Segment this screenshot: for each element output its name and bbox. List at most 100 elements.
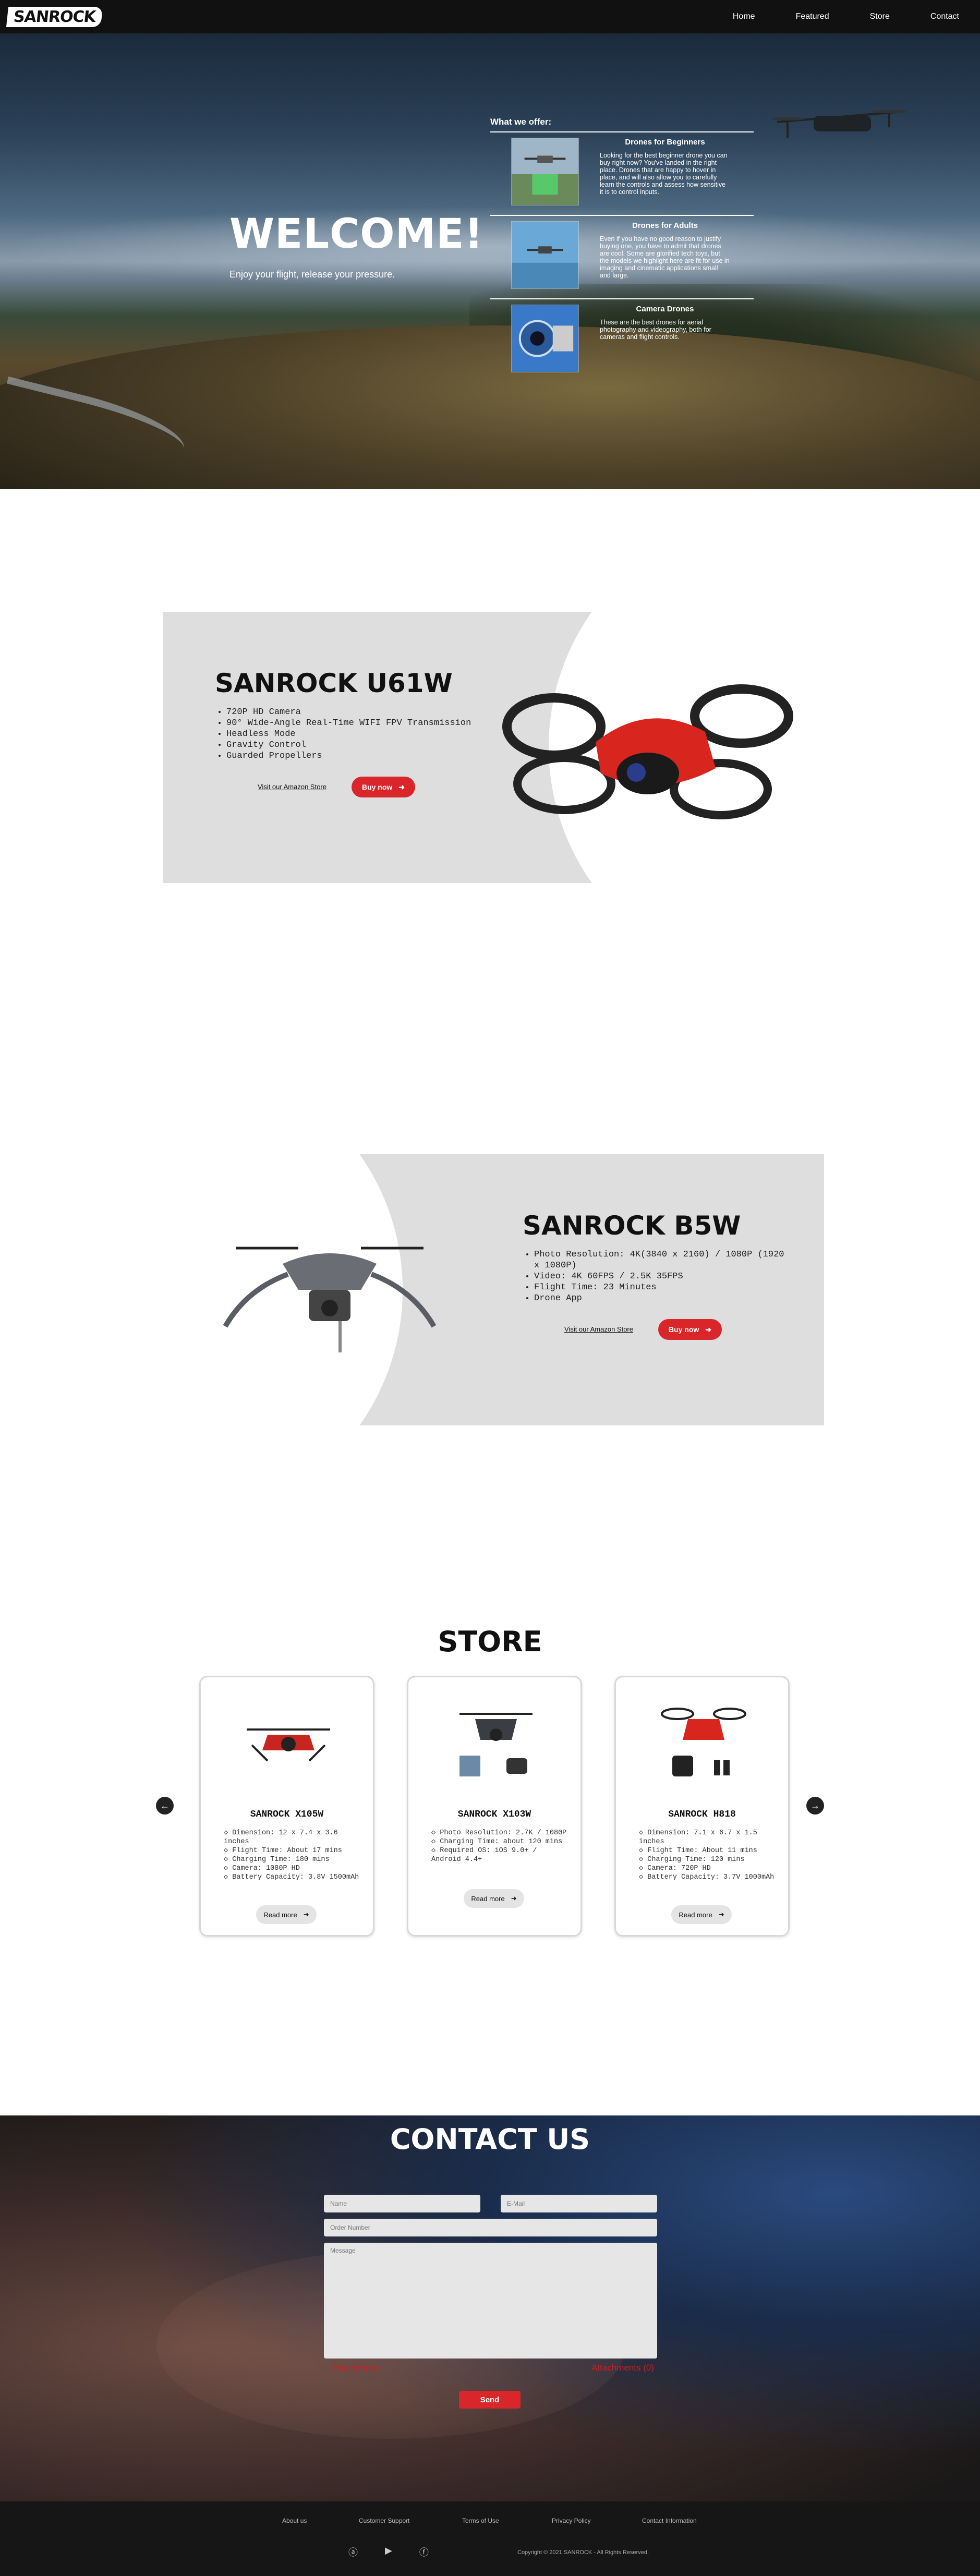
- social-icons: ⓐ ▶ ⓕ: [348, 2545, 429, 2559]
- footer-link-terms[interactable]: Terms of Use: [462, 2517, 499, 2524]
- name-input[interactable]: [324, 2195, 480, 2212]
- amazon-icon[interactable]: ⓐ: [348, 2545, 358, 2559]
- amazon-store-link[interactable]: Visit our Amazon Store: [564, 1325, 633, 1333]
- read-more-label: Read more: [263, 1910, 297, 1919]
- buy-now-label: Buy now: [361, 783, 393, 791]
- product-name: SANROCK H818: [668, 1809, 736, 1820]
- offer-heading: Drones for Adults: [632, 221, 698, 230]
- hero-section: WELCOME! Enjoy your flight, release your…: [0, 33, 980, 489]
- google-play-icon[interactable]: ▶: [385, 2545, 392, 2559]
- offer-item: Camera Drones These are the best drones …: [490, 298, 754, 382]
- arrow-right-icon: ➜: [705, 1325, 712, 1334]
- nav-link-store[interactable]: Store: [870, 12, 890, 21]
- spec-item: Camera: 720P HD: [639, 1864, 775, 1873]
- arrow-right-icon: ➜: [718, 1910, 724, 1918]
- amazon-store-link[interactable]: Visit our Amazon Store: [258, 783, 326, 791]
- offer-description: Even if you have no good reason to justi…: [600, 235, 730, 279]
- product-card[interactable]: SANROCK X105W Dimension: 12 x 7.4 x 3.6 …: [199, 1676, 374, 1937]
- h818-drone-image: [661, 1708, 746, 1776]
- copyright-text: Copyright © 2021 SANROCK - All Rights Re…: [517, 2549, 649, 2556]
- x103w-drone-image: [459, 1713, 533, 1776]
- hero-tagline: Enjoy your flight, release your pressure…: [229, 269, 395, 280]
- u61w-drone-image: [502, 684, 793, 819]
- nav-link-featured[interactable]: Featured: [796, 12, 829, 21]
- feature-item: Guarded Propellers: [226, 751, 471, 761]
- top-navbar: SANROCK Home Featured Store Contact: [0, 0, 980, 33]
- product-title: SANROCK U61W: [215, 668, 453, 698]
- product-features: Photo Resolution: 4K(3840 x 2160) / 1080…: [523, 1249, 794, 1304]
- footer: About us Customer Support Terms of Use P…: [0, 2501, 980, 2576]
- product-specs: Dimension: 12 x 7.4 x 3.6 inches Flight …: [224, 1829, 359, 1882]
- product-panel-u61w: SANROCK U61W 720P HD Camera 90° Wide-Ang…: [163, 612, 824, 883]
- carousel-next-button[interactable]: →: [806, 1797, 824, 1815]
- feature-item: 720P HD Camera: [226, 707, 471, 718]
- read-more-button[interactable]: Read more ➜: [671, 1905, 732, 1924]
- email-input[interactable]: [501, 2195, 657, 2212]
- arrow-right-icon: ➜: [303, 1910, 309, 1918]
- store-title: STORE: [438, 1625, 542, 1658]
- read-more-button[interactable]: Read more ➜: [464, 1889, 524, 1908]
- footer-link-privacy[interactable]: Privacy Policy: [552, 2517, 591, 2524]
- read-more-button[interactable]: Read more ➜: [256, 1905, 317, 1924]
- contact-title: CONTACT US: [390, 2123, 590, 2156]
- read-more-label: Read more: [679, 1910, 712, 1919]
- offer-title: What we offer:: [490, 117, 552, 127]
- product-specs: Dimension: 7.1 x 6.7 x 1.5 inches Flight…: [639, 1829, 775, 1882]
- b5w-drone-image: [223, 1247, 437, 1352]
- order-number-input[interactable]: [324, 2219, 657, 2236]
- hero-drone-image: [772, 110, 907, 138]
- nav-link-home[interactable]: Home: [733, 12, 755, 21]
- brand-logo[interactable]: SANROCK: [6, 6, 103, 27]
- feature-item: Photo Resolution: 4K(3840 x 2160) / 1080…: [534, 1249, 794, 1271]
- spec-item: Battery Capacity: 3.8V 1500mAh: [224, 1873, 359, 1882]
- spec-item: Dimension: 7.1 x 6.7 x 1.5 inches: [639, 1829, 775, 1846]
- camera-drone-thumbnail: [511, 305, 579, 372]
- read-more-label: Read more: [471, 1894, 505, 1903]
- spec-item: Dimension: 12 x 7.4 x 3.6 inches: [224, 1829, 359, 1846]
- feature-item: Gravity Control: [226, 740, 471, 751]
- message-textarea[interactable]: [324, 2243, 657, 2359]
- footer-link-about[interactable]: About us: [282, 2517, 307, 2524]
- feature-item: Flight Time: 23 Minutes: [534, 1282, 794, 1293]
- spec-item: Charging Time: 180 mins: [224, 1855, 359, 1864]
- arrow-right-icon: ➜: [398, 782, 405, 791]
- product-title: SANROCK B5W: [523, 1211, 741, 1241]
- product-card[interactable]: SANROCK H818 Dimension: 7.1 x 6.7 x 1.5 …: [614, 1676, 790, 1937]
- adult-drone-thumbnail: [511, 221, 579, 289]
- product-specs: Photo Resolution: 2.7K / 1080P Charging …: [431, 1829, 567, 1864]
- x105w-drone-image: [247, 1728, 330, 1762]
- hero-title: WELCOME!: [229, 211, 484, 258]
- spec-item: Flight Time: About 17 mins: [224, 1846, 359, 1855]
- arrow-left-icon: ←: [160, 1800, 170, 1811]
- offer-panel: What we offer: Drones for Beginners Look…: [490, 117, 754, 382]
- facebook-icon[interactable]: ⓕ: [419, 2545, 429, 2559]
- buy-now-button[interactable]: Buy now ➜: [352, 777, 415, 797]
- send-button[interactable]: Send: [459, 2391, 521, 2409]
- feature-item: 90° Wide-Angle Real-Time WIFI FPV Transm…: [226, 718, 471, 729]
- offer-heading: Camera Drones: [636, 305, 694, 313]
- attachment-button[interactable]: Attachment: [333, 2363, 378, 2373]
- product-features: 720P HD Camera 90° Wide-Angle Real-Time …: [215, 707, 471, 761]
- spec-item: Battery Capacity: 3.7V 1000mAh: [639, 1873, 775, 1882]
- feature-item: Drone App: [534, 1293, 794, 1304]
- feature-item: Video: 4K 60FPS / 2.5K 35FPS: [534, 1271, 794, 1282]
- arrow-right-icon: →: [810, 1800, 820, 1811]
- attachments-count[interactable]: Attachments (0): [591, 2363, 654, 2373]
- product-card[interactable]: SANROCK X103W Photo Resolution: 2.7K / 1…: [407, 1676, 582, 1937]
- spec-item: Charging Time: 120 mins: [639, 1855, 775, 1864]
- feature-item: Headless Mode: [226, 729, 471, 740]
- footer-link-support[interactable]: Customer Support: [359, 2517, 409, 2524]
- carousel-prev-button[interactable]: ←: [156, 1797, 174, 1815]
- spec-item: Flight Time: About 11 mins: [639, 1846, 775, 1855]
- product-panel-b5w: SANROCK B5W Photo Resolution: 4K(3840 x …: [163, 1154, 824, 1425]
- buy-now-label: Buy now: [668, 1325, 699, 1334]
- offer-description: Looking for the best beginner drone you …: [600, 152, 728, 196]
- spec-item: Camera: 1080P HD: [224, 1864, 359, 1873]
- spec-item: Required OS: iOS 9.0+ / Android 4.4+: [431, 1846, 567, 1864]
- nav-link-contact[interactable]: Contact: [930, 12, 959, 21]
- footer-link-contact-info[interactable]: Contact Information: [642, 2517, 697, 2524]
- product-name: SANROCK X105W: [250, 1809, 324, 1820]
- offer-item: Drones for Adults Even if you have no go…: [490, 215, 754, 298]
- arrow-right-icon: ➜: [511, 1894, 517, 1902]
- buy-now-button[interactable]: Buy now ➜: [658, 1319, 722, 1340]
